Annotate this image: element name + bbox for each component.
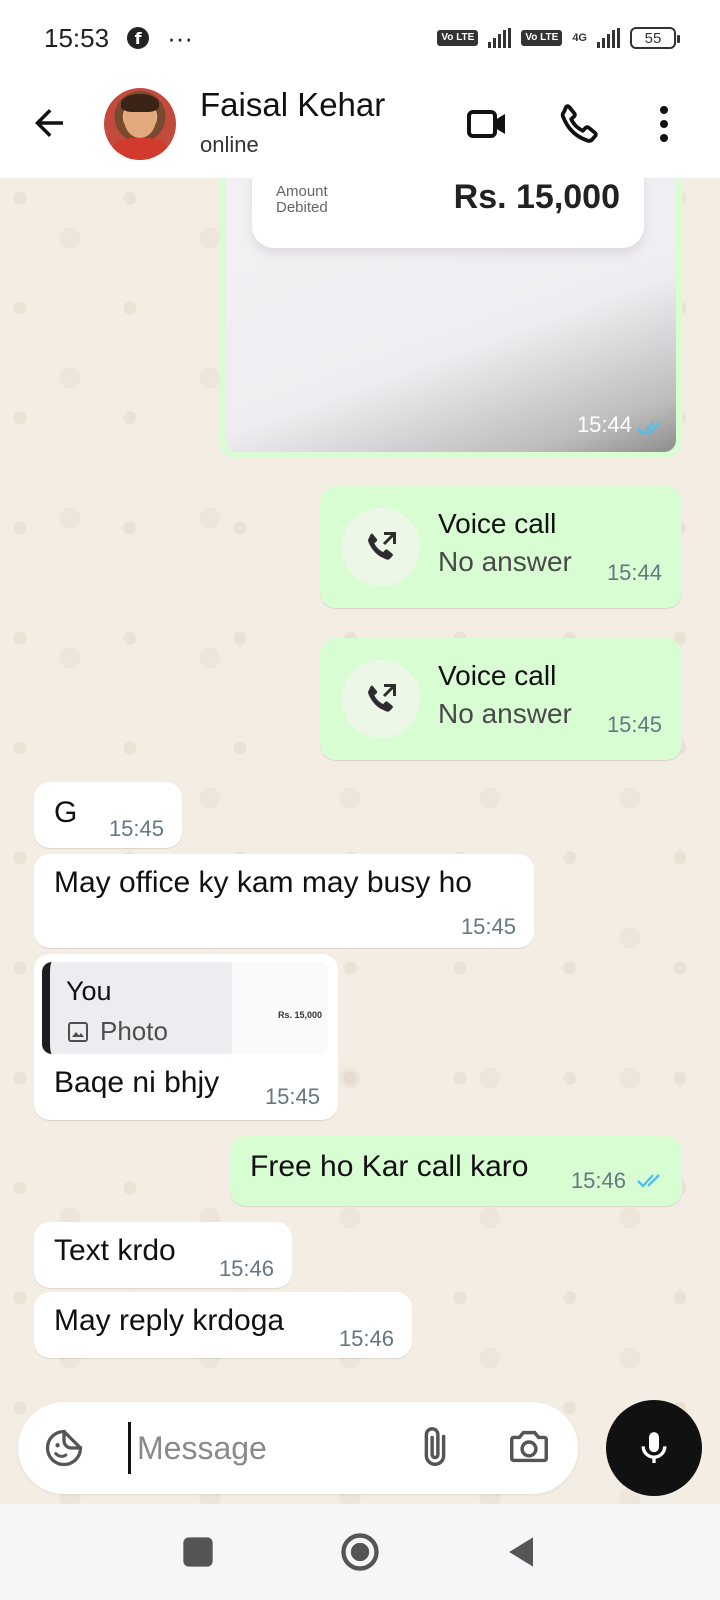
voice-call-message[interactable]: Voice call No answer 15:44 (320, 486, 682, 608)
camera-icon[interactable] (506, 1424, 552, 1470)
message-time: 15:46 (338, 1326, 394, 1351)
quoted-type: Photo (66, 1016, 168, 1047)
system-nav-bar (0, 1504, 720, 1600)
chat-header: Faisal Kehar online (0, 76, 720, 178)
message-text: Baqe ni bhjy (54, 1066, 220, 1099)
incoming-message[interactable]: G 15:45 (34, 782, 182, 848)
message-time: 15:46 (218, 1256, 274, 1281)
amount-label: Amount Debited (276, 183, 328, 216)
voice-call-icon[interactable] (556, 100, 604, 148)
status-time: 15:53 (44, 22, 110, 53)
read-ticks-icon (637, 422, 660, 436)
quoted-photo-thumbnail: Rs. 15,000 (232, 962, 328, 1054)
outgoing-message[interactable]: Free ho Kar call karo 15:46 (230, 1136, 682, 1206)
call-icon-circle (342, 508, 420, 586)
call-icon-circle (342, 660, 420, 738)
voice-record-button[interactable] (606, 1400, 702, 1496)
amount-value: Rs. 15,000 (453, 178, 620, 216)
quoted-author: You (66, 976, 112, 1006)
outgoing-call-icon (368, 532, 396, 560)
volte-icon-sim1: Vo LTE (437, 30, 479, 46)
attachment-icon[interactable] (412, 1424, 458, 1470)
microphone-icon (641, 1432, 667, 1463)
signal-icon-sim2 (597, 28, 620, 48)
message-time: 15:45 (264, 1084, 320, 1109)
more-options-icon[interactable] (640, 100, 688, 148)
quoted-type-label: Photo (100, 1016, 168, 1046)
amount-card: Amount Debited Rs. 15,000 (252, 178, 644, 248)
quoted-message[interactable]: You Photo Rs. 15,000 (42, 962, 328, 1054)
battery-icon: 55 (630, 27, 680, 49)
back-button-icon[interactable] (500, 1530, 544, 1574)
message-text: G (54, 796, 78, 829)
back-arrow-icon[interactable] (28, 102, 70, 144)
recents-button-icon[interactable] (176, 1530, 220, 1574)
signal-icon-sim1 (488, 28, 512, 48)
message-time: 15:45 (606, 712, 662, 737)
message-time: 15:45 (108, 816, 164, 841)
message-time: 15:44 (606, 560, 662, 585)
outgoing-call-icon (368, 684, 396, 712)
message-text: May office ky kam may busy ho (54, 866, 472, 899)
sticker-icon[interactable] (42, 1426, 86, 1470)
message-text: Text krdo (54, 1234, 176, 1267)
facebook-notification-icon: f (127, 27, 150, 49)
home-button-icon[interactable] (338, 1530, 382, 1574)
message-text: Free ho Kar call karo (250, 1150, 529, 1183)
message-time: 15:46 (570, 1168, 626, 1193)
call-status: No answer (438, 546, 572, 577)
incoming-message[interactable]: May reply krdoga 15:46 (34, 1292, 412, 1358)
incoming-message[interactable]: Text krdo 15:46 (34, 1222, 292, 1288)
message-time: 15:44 (576, 412, 632, 437)
payment-screenshot-image[interactable]: Amount Debited Rs. 15,000 15:44 (226, 178, 676, 452)
message-input[interactable] (128, 1422, 418, 1474)
call-title: Voice call (438, 660, 557, 691)
more-notifications-icon: ··· (167, 22, 194, 53)
message-composer (18, 1402, 578, 1494)
thumbnail-amount: Rs. 15,000 (277, 1010, 322, 1020)
volte-icon-sim2: Vo LTE (521, 30, 563, 46)
video-call-icon[interactable] (464, 100, 512, 148)
contact-name[interactable]: Faisal Kehar (200, 86, 385, 124)
message-time: 15:45 (460, 914, 516, 939)
chat-area[interactable]: Amount Debited Rs. 15,000 15:44 Voice ca… (0, 178, 720, 1504)
message-text: May reply krdoga (54, 1304, 285, 1337)
image-message[interactable]: Amount Debited Rs. 15,000 15:44 (220, 178, 682, 458)
avatar[interactable] (104, 88, 176, 160)
contact-status: online (200, 132, 259, 157)
call-status: No answer (438, 698, 572, 729)
incoming-message[interactable]: May office ky kam may busy ho 15:45 (34, 854, 534, 948)
photo-icon (68, 1021, 88, 1042)
read-ticks-icon (637, 1174, 660, 1188)
voice-call-message[interactable]: Voice call No answer 15:45 (320, 638, 682, 760)
network-type-label: 4G (572, 31, 587, 44)
call-title: Voice call (438, 508, 557, 539)
incoming-reply-message[interactable]: You Photo Rs. 15,000 Baqe ni bhjy 15:45 (34, 954, 338, 1120)
status-bar: 15:53 f ··· Vo LTE Vo LTE 4G 55 (0, 0, 720, 76)
